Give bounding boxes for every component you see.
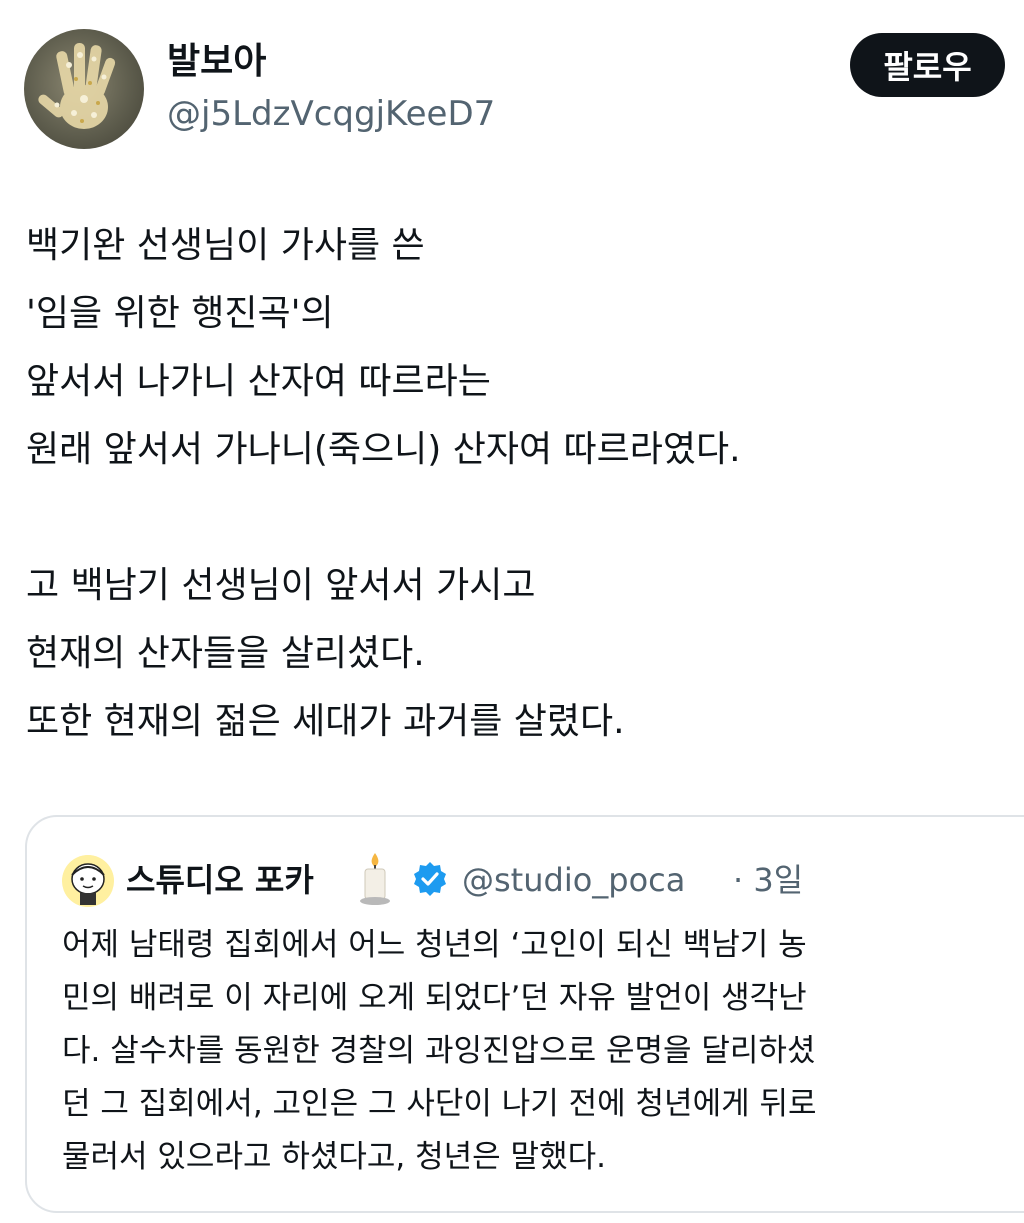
tweet-text-line: 고 백남기 선생님이 앞서서 가시고 bbox=[26, 565, 536, 606]
quoted-tweet-text: 어제 남태령 집회에서 어느 청년의 ‘고인이 되신 백남기 농 민의 배려로 … bbox=[62, 919, 1002, 1184]
quoted-tweet-text-line: 어제 남태령 집회에서 어느 청년의 ‘고인이 되신 백남기 농 bbox=[62, 927, 807, 963]
quoted-tweet-text-line: 민의 배려로 이 자리에 오게 되었다’던 자유 발언이 생각난 bbox=[62, 980, 807, 1016]
verified-badge-icon bbox=[412, 861, 448, 897]
quoted-tweet-card[interactable]: 스튜디오 포카 @studio_poca · 3일 어제 남태령 집회에서 어느… bbox=[25, 815, 1024, 1213]
quoted-tweet-text-line: 다. 살수차를 동원한 경찰의 과잉진압으로 운명을 달리하셨 bbox=[62, 1033, 816, 1069]
tweet-text-line: '임을 위한 행진곡'의 bbox=[26, 293, 334, 334]
candle-icon bbox=[357, 851, 393, 907]
follow-button[interactable]: 팔로우 bbox=[850, 33, 1005, 97]
tweet-text-line: 앞서서 나가니 산자여 따르라는 bbox=[26, 361, 491, 402]
quoted-author-handle[interactable]: @studio_poca bbox=[462, 857, 685, 903]
quoted-tweet-text-line: 물러서 있으라고 하셨다고, 청년은 말했다. bbox=[62, 1139, 606, 1175]
tweet-text-blank-line bbox=[26, 484, 1006, 552]
author-display-name[interactable]: 발보아 bbox=[167, 38, 266, 86]
tweet-text-line: 현재의 산자들을 살리셨다. bbox=[26, 633, 425, 674]
tweet-header: 발보아 @j5LdzVcqgjKeeD7 팔로우 bbox=[0, 0, 1024, 160]
tweet-text: 백기완 선생님이 가사를 쓴 '임을 위한 행진곡'의 앞서서 나가니 산자여 … bbox=[26, 212, 1006, 756]
tweet-text-line: 또한 현재의 젊은 세대가 과거를 살렸다. bbox=[26, 701, 625, 742]
quoted-tweet-text-line: 던 그 집회에서, 고인은 그 사단이 나기 전에 청년에게 뒤로 bbox=[62, 1086, 817, 1122]
author-handle[interactable]: @j5LdzVcqgjKeeD7 bbox=[167, 92, 495, 136]
quoted-tweet-timestamp[interactable]: · 3일 bbox=[733, 857, 803, 903]
quoted-author-display-name[interactable]: 스튜디오 포카 bbox=[126, 857, 314, 903]
cartoon-face-avatar-icon bbox=[62, 855, 114, 907]
tweet-text-line: 원래 앞서서 가나니(죽으니) 산자여 따르라였다. bbox=[26, 429, 741, 470]
tweet-text-line: 백기완 선생님이 가사를 쓴 bbox=[26, 225, 425, 266]
handprint-avatar-icon bbox=[38, 43, 116, 129]
author-avatar[interactable] bbox=[24, 29, 144, 149]
quoted-author-avatar[interactable] bbox=[62, 855, 114, 907]
